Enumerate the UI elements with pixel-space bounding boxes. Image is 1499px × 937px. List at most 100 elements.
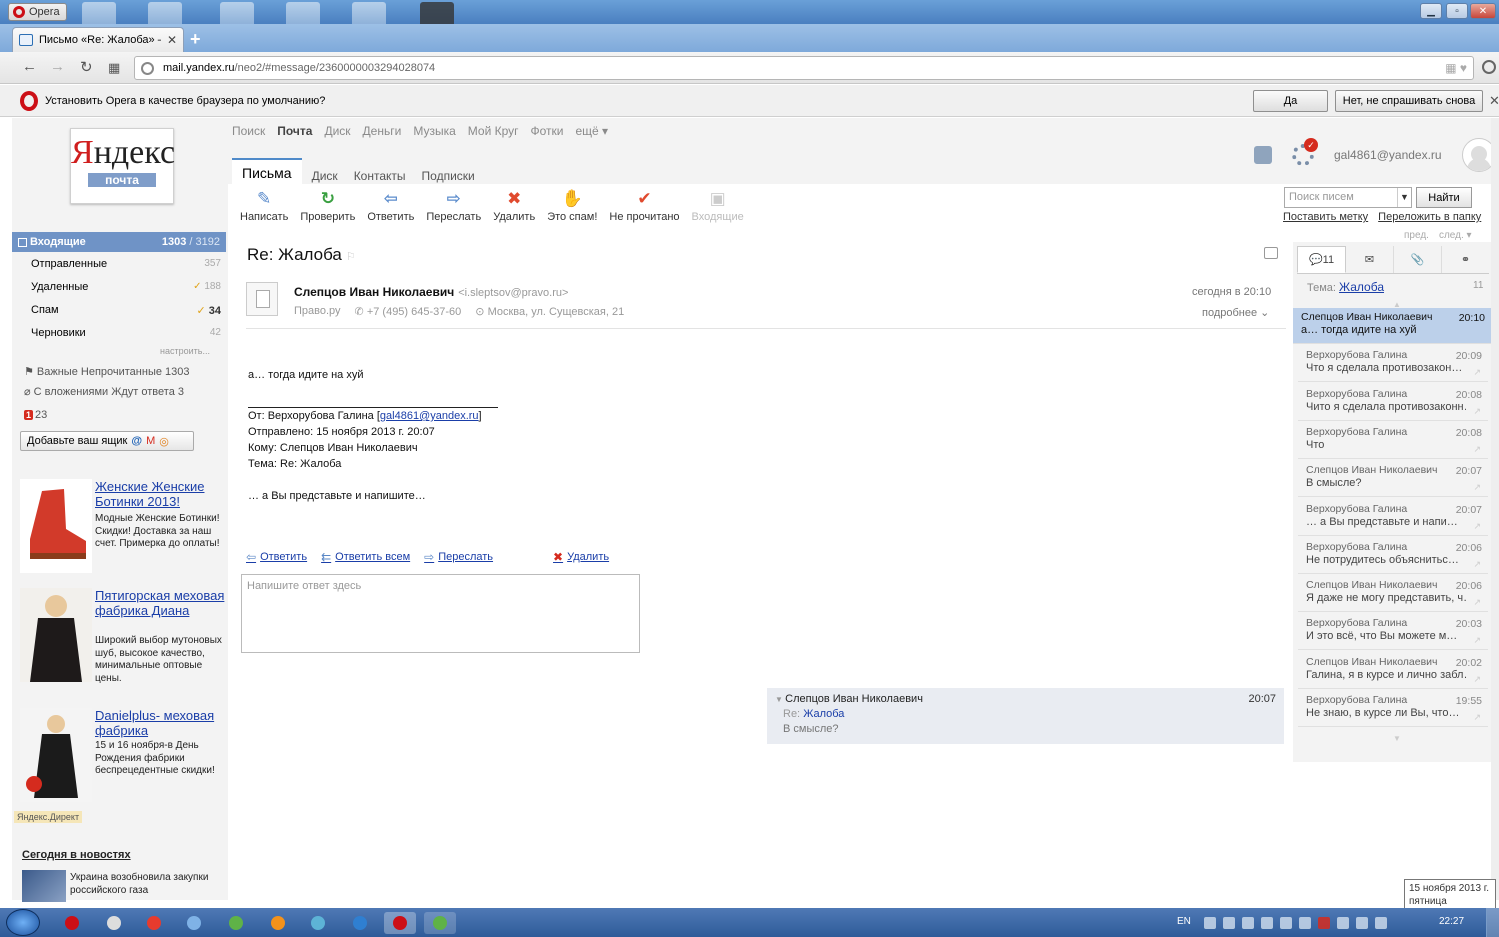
maximize-button[interactable]: ▫ <box>1446 3 1468 19</box>
yes-button[interactable]: Да <box>1253 90 1328 112</box>
tab-2[interactable]: Контакты <box>354 169 406 188</box>
yandex-direct-label[interactable]: Яндекс.Директ <box>14 811 83 823</box>
taskbar-app-icon[interactable] <box>220 912 252 934</box>
url-input[interactable]: mail.yandex.ru/neo2/#message/23600000032… <box>134 56 1474 80</box>
reply-link[interactable]: ⇦ Ответить <box>246 550 307 564</box>
toolbar-button[interactable]: ↻ Проверить <box>300 189 355 223</box>
news-image[interactable] <box>22 870 66 902</box>
tab-0[interactable]: Письма <box>232 158 302 188</box>
thread-item[interactable]: Слепцов Иван Николаевич 20:10 а… тогда иди… <box>1293 308 1491 344</box>
minimize-button[interactable]: ▁ <box>1420 3 1442 19</box>
show-desktop-button[interactable] <box>1486 908 1499 937</box>
tab-3[interactable]: Подписки <box>422 169 475 188</box>
folder-item[interactable]: Отправленные 357 <box>31 258 221 270</box>
thread-item[interactable]: Верхорубова Галина 20:08 Чито я сделала пр… <box>1298 385 1488 421</box>
folder-inbox[interactable]: Входящие 1303 / 3192 <box>12 232 226 252</box>
nav-link[interactable]: Поиск <box>232 124 265 138</box>
toolbar-button[interactable]: ✖ Удалить <box>493 189 535 223</box>
folders-settings-link[interactable]: настроить... <box>160 346 210 356</box>
thread-item[interactable]: Верхорубова Галина 20:03 И это всё, что Вы… <box>1298 614 1488 651</box>
quoted-email-link[interactable]: gal4861@yandex.ru <box>380 410 479 422</box>
yandex-mail-logo[interactable]: Яндекс почта <box>70 128 175 204</box>
nav-link[interactable]: ещё ▾ <box>576 124 609 138</box>
never-ask-button[interactable]: Нет, не спрашивать снова <box>1335 90 1483 112</box>
thread-item[interactable]: Верхорубова Галина 20:09 Что я сделала про… <box>1298 346 1488 383</box>
thread-item[interactable]: Верхорубова Галина 20:07… а Вы представьт… <box>1298 500 1488 536</box>
taskbar-opera-icon[interactable] <box>56 912 88 934</box>
thread-item[interactable]: Слепцов Иван Николаевич 20:06 Я даже не мо… <box>1298 576 1488 613</box>
ad-block[interactable]: Женские Женские Ботинки 2013! Модные Жен… <box>20 479 226 579</box>
previous-subject-link[interactable]: Жалоба <box>803 708 844 720</box>
settings-gear-icon[interactable]: ✓ <box>1292 138 1318 166</box>
thread-item[interactable]: Верхорубова Галина 20:08 Что ↗ <box>1298 423 1488 459</box>
site-info-icon[interactable] <box>141 62 154 75</box>
delete-link[interactable]: ✖ Удалить <box>553 550 609 564</box>
ad-block[interactable]: Пятигорская меховая фабрика Диана Широки… <box>20 588 226 688</box>
taskbar-yandex-icon[interactable] <box>138 912 170 934</box>
news-item[interactable]: Украина возобновила закупки российского … <box>70 871 220 897</box>
search-input[interactable]: Поиск писем ▼ <box>1284 187 1412 208</box>
taskbar-app-icon[interactable] <box>302 912 334 934</box>
sender-name[interactable]: Слепцов Иван Николаевич <i.sleptsov@pravo… <box>294 285 568 299</box>
thread-item[interactable]: Слепцов Иван Николаевич 20:02 Галина, я в … <box>1298 653 1488 689</box>
tab-attachments[interactable]: 📎 <box>1394 246 1442 273</box>
nav-link[interactable]: Диск <box>324 124 350 138</box>
ad-title[interactable]: Danielplus- меховая фабрика <box>95 708 226 738</box>
nav-link[interactable]: Деньги <box>363 124 402 138</box>
tray-power-icon[interactable] <box>1375 917 1387 929</box>
scroll-down-icon[interactable]: ▼ <box>1393 734 1401 743</box>
reload-icon[interactable]: ↻ <box>80 58 93 76</box>
themes-icon[interactable] <box>1254 146 1272 164</box>
labels-row[interactable]: ⌀ С вложениями Ждут ответа 3 <box>24 385 184 398</box>
nav-link[interactable]: Почта <box>277 124 312 138</box>
notifications-badge[interactable]: 1 23 <box>24 409 47 421</box>
speed-dial-grid-icon[interactable]: ▦ <box>108 60 120 76</box>
forward-link[interactable]: ⇨ Переслать <box>424 550 493 564</box>
new-tab-button[interactable]: + <box>190 29 201 50</box>
taskbar-icq-icon[interactable] <box>424 912 456 934</box>
taskbar-explorer-icon[interactable] <box>178 912 210 934</box>
move-folder-link[interactable]: Переложить в папку <box>1378 211 1481 223</box>
tray-icon[interactable] <box>1242 917 1254 929</box>
labels-row[interactable]: ⚑ Важные Непрочитанные 1303 <box>24 365 190 378</box>
thread-item[interactable]: Верхорубова Галина 19:55 Не знаю, в курсе … <box>1298 691 1488 727</box>
folder-item[interactable]: Удаленные ✓ 188 <box>31 281 221 293</box>
add-mailbox-button[interactable]: Добавьте ваш ящик @ M ◎ <box>20 431 194 451</box>
opera-menu-button[interactable]: Opera <box>8 3 67 21</box>
news-heading[interactable]: Сегодня в новостях <box>22 849 131 861</box>
start-button[interactable] <box>6 909 40 936</box>
tab-1[interactable]: Диск <box>312 169 338 188</box>
toolbar-button[interactable]: ⇨ Переслать <box>426 189 481 223</box>
taskbar-ie-icon[interactable] <box>344 912 376 934</box>
taskbar-opera-active-icon[interactable] <box>384 912 416 934</box>
nav-link[interactable]: Музыка <box>413 124 455 138</box>
ad-title[interactable]: Женские Женские Ботинки 2013! <box>95 479 226 509</box>
tab-links[interactable]: ⚭ <box>1442 246 1489 273</box>
tray-alert-icon[interactable] <box>1318 917 1330 929</box>
previous-message-collapsed[interactable]: ▼ Слепцов Иван Николаевич 20:07 Re: Жало… <box>767 688 1284 744</box>
chevron-down-icon[interactable]: ▼ <box>1397 188 1411 207</box>
back-arrow-icon[interactable]: ← <box>22 58 37 75</box>
page-scrollbar[interactable] <box>1491 118 1499 900</box>
tab-yandex-letter[interactable]: Письмо «Re: Жалоба» — ✕ <box>12 27 184 52</box>
next-link[interactable]: след. ▾ <box>1439 230 1472 241</box>
taskbar-odnoklassniki-icon[interactable] <box>262 912 294 934</box>
thread-item[interactable]: Верхорубова Галина 20:06 Не потрудитесь об… <box>1298 538 1488 574</box>
ad-block[interactable]: Danielplus- меховая фабрика 15 и 16 нояб… <box>20 708 226 808</box>
tray-volume-icon[interactable] <box>1356 917 1368 929</box>
toolbar-button[interactable]: ✔ Не прочитано <box>609 189 679 223</box>
tray-icon[interactable] <box>1223 917 1235 929</box>
clock[interactable]: 22:27 <box>1439 916 1464 927</box>
forward-arrow-icon[interactable]: → <box>50 58 65 75</box>
tray-network-icon[interactable] <box>1337 917 1349 929</box>
toolbar-button[interactable]: ⇦ Ответить <box>367 189 414 223</box>
download-icon[interactable] <box>1482 60 1496 74</box>
tray-mail-icon[interactable] <box>1204 917 1216 929</box>
nav-link[interactable]: Мой Круг <box>468 124 519 138</box>
reply-all-link[interactable]: ⇇ Ответить всем <box>321 550 410 564</box>
tray-icon[interactable] <box>1280 917 1292 929</box>
close-window-button[interactable]: ✕ <box>1470 3 1496 19</box>
checkbox-icon[interactable] <box>18 237 27 247</box>
flag-icon[interactable]: ⚐ <box>346 251 356 263</box>
tab-mail[interactable]: ✉ <box>1346 246 1394 273</box>
